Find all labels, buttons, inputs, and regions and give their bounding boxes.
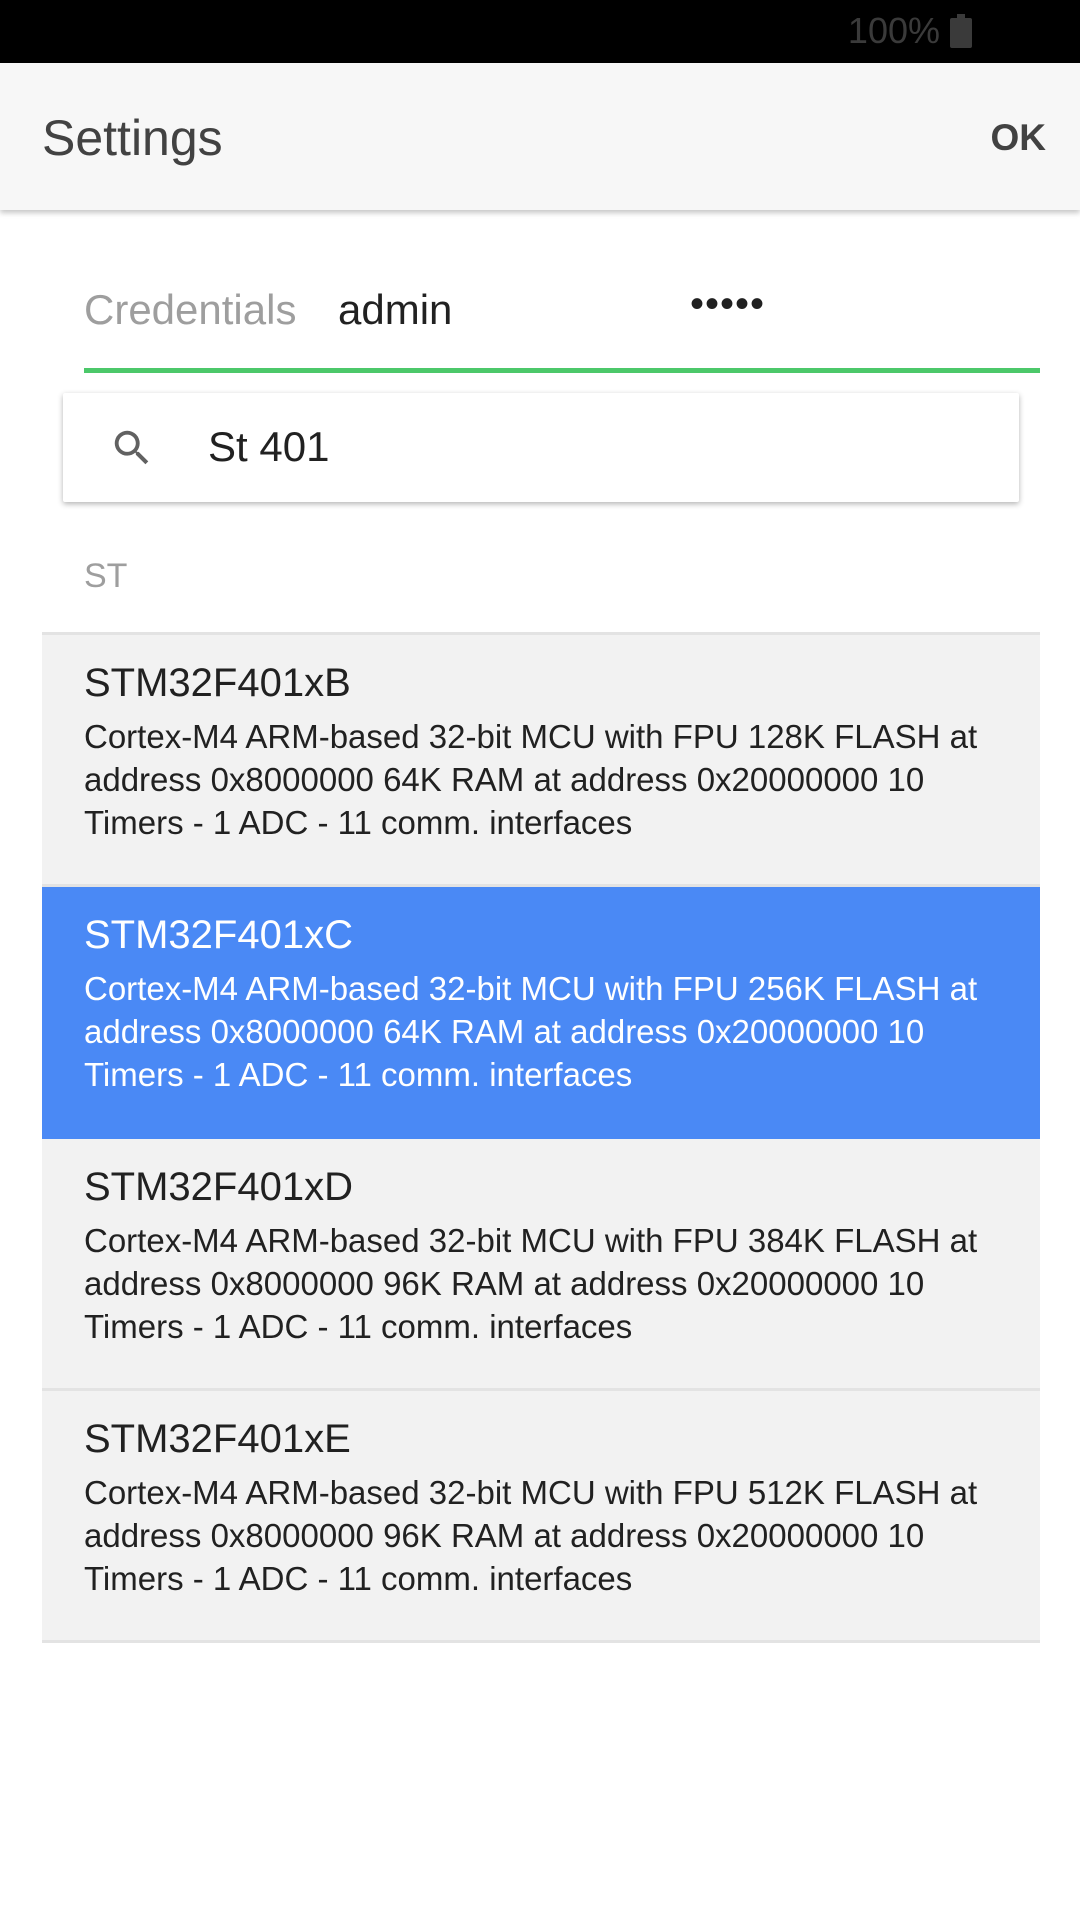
device-description: Cortex-M4 ARM-based 32-bit MCU with FPU … (84, 1474, 978, 1597)
search-icon[interactable] (109, 425, 155, 471)
device-name: STM32F401xB (84, 661, 351, 705)
battery-full-icon (950, 14, 972, 48)
ok-button[interactable]: OK (987, 113, 1051, 163)
password-field[interactable]: ••••• (690, 280, 765, 328)
search-input[interactable] (208, 419, 988, 475)
section-header: ST (84, 557, 128, 595)
credentials-row: Credentials admin ••••• (84, 270, 1040, 373)
list-item[interactable]: STM32F401xD Cortex-M4 ARM-based 32-bit M… (42, 1139, 1040, 1391)
list-item-selected[interactable]: STM32F401xC Cortex-M4 ARM-based 32-bit M… (42, 887, 1040, 1139)
app-bar: Settings OK (0, 63, 1080, 210)
list-item[interactable]: STM32F401xB Cortex-M4 ARM-based 32-bit M… (42, 635, 1040, 887)
battery-percent: 100% (847, 10, 940, 51)
device-name: STM32F401xC (84, 913, 353, 957)
page-title: Settings (42, 110, 223, 166)
username-field[interactable]: admin (338, 286, 452, 334)
device-name: STM32F401xD (84, 1165, 353, 1209)
search-bar (63, 393, 1019, 502)
device-description: Cortex-M4 ARM-based 32-bit MCU with FPU … (84, 970, 978, 1093)
device-description: Cortex-M4 ARM-based 32-bit MCU with FPU … (84, 1222, 978, 1345)
device-description: Cortex-M4 ARM-based 32-bit MCU with FPU … (84, 718, 978, 841)
list-item[interactable]: STM32F401xE Cortex-M4 ARM-based 32-bit M… (42, 1391, 1040, 1643)
device-list: STM32F401xB Cortex-M4 ARM-based 32-bit M… (42, 635, 1040, 1643)
credentials-label: Credentials (84, 286, 297, 333)
device-name: STM32F401xE (84, 1417, 351, 1461)
status-bar: 100% (0, 0, 1080, 63)
